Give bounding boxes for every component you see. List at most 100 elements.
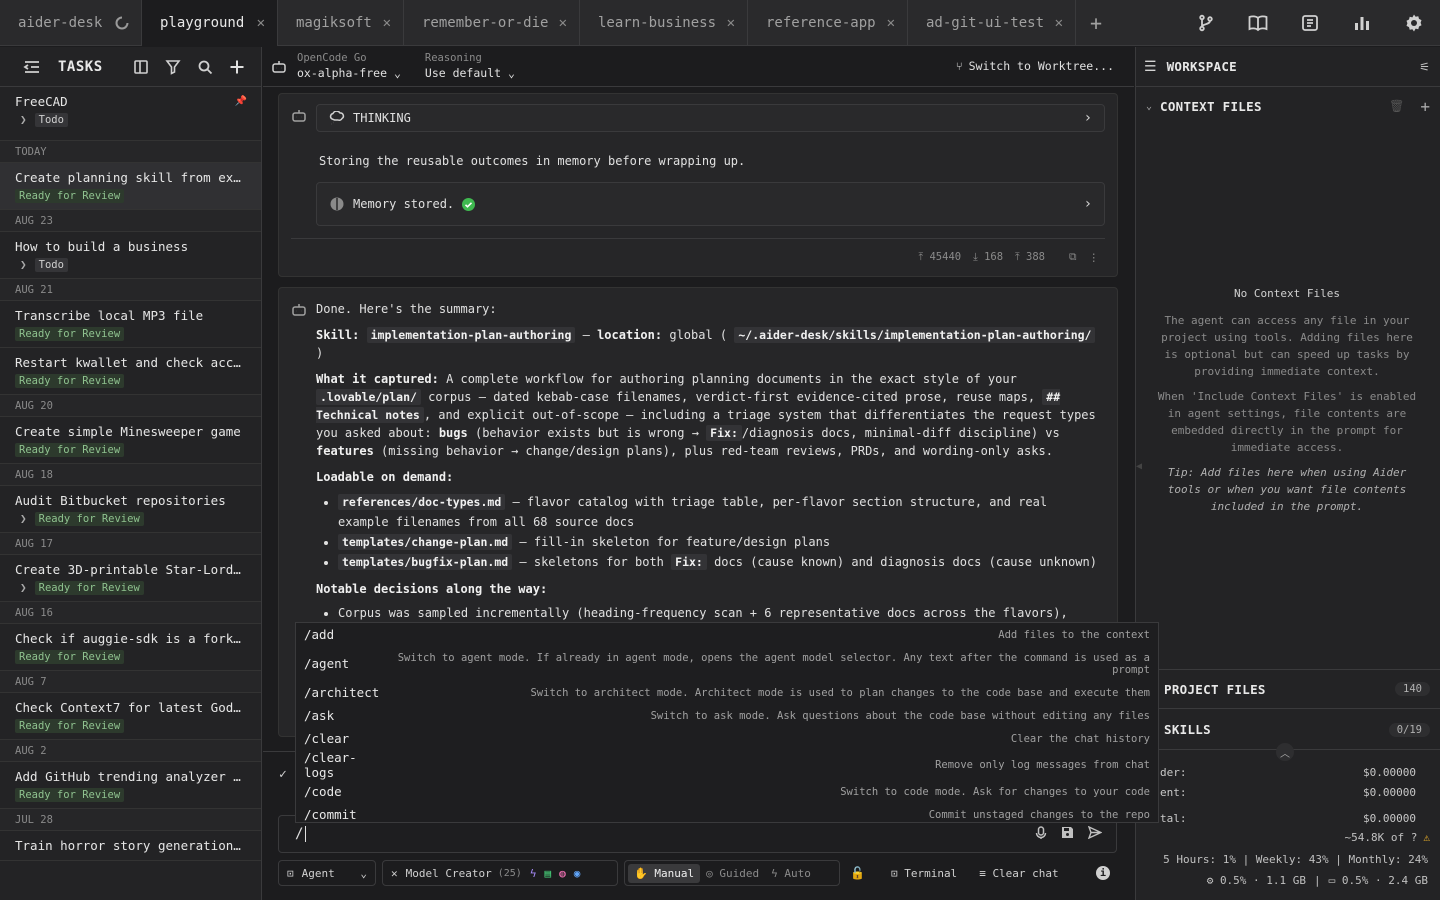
close-icon[interactable]: ✕	[559, 15, 567, 31]
copy-icon[interactable]: ⧉	[1069, 251, 1077, 264]
text: docs (cause known) and diagnosis docs (c…	[714, 555, 1097, 569]
close-icon[interactable]: ✕	[257, 15, 265, 31]
agent-profile-selector[interactable]: ✕ Model Creator (25) ϟ ▤ ◍ ◉	[382, 860, 618, 886]
command-description: Switch to architect mode. Architect mode…	[530, 686, 1150, 699]
collapse-sidebar-icon[interactable]	[16, 51, 48, 83]
task-item[interactable]: Audit Bitbucket repositories ❯ Ready for R…	[0, 486, 261, 533]
text: A complete workflow for authoring planni…	[446, 372, 1017, 386]
task-item[interactable]: Add GitHub trending analyzer ex… Ready fo…	[0, 762, 261, 809]
tab-remember-or-die[interactable]: remember-or-die ✕	[404, 0, 580, 46]
microphone-icon[interactable]	[1035, 826, 1047, 843]
tab-learn-business[interactable]: learn-business ✕	[580, 0, 748, 46]
model-selector[interactable]: OpenCode Go ox-alpha-free ⌄	[297, 52, 401, 81]
task-name: Restart kwallet and check accou…	[15, 355, 247, 370]
collapse-handle-icon[interactable]: ◀	[1136, 461, 1142, 472]
chevron-down-icon: ⌄	[393, 66, 401, 80]
command-item[interactable]: /ask Switch to ask mode. Ask questions ab…	[296, 704, 1158, 727]
close-icon[interactable]: ✕	[887, 15, 895, 31]
chevron-right-icon[interactable]: ❯	[20, 113, 27, 126]
bot-icon	[291, 108, 307, 124]
add-tab-button[interactable]: +	[1076, 0, 1116, 46]
chevron-right-icon[interactable]: ❯	[20, 258, 27, 271]
task-item[interactable]: Create planning skill from exis… Ready fo…	[0, 163, 261, 210]
pin-icon[interactable]: 📌	[235, 96, 247, 107]
clear-icon: ≡	[979, 866, 986, 880]
add-task-icon[interactable]	[221, 51, 253, 83]
chevron-down-icon[interactable]: ⌄	[1146, 101, 1152, 112]
book-icon[interactable]	[1232, 0, 1284, 46]
task-item[interactable]: Check Context7 for latest Godot… Ready fo…	[0, 693, 261, 740]
task-item[interactable]: How to build a business ❯ Todo	[0, 232, 261, 279]
sidebar-title: TASKS	[58, 58, 103, 75]
system-stats: ⚙ 0.5% · 1.1 GB | ▭ 0.5% · 2.4 GB	[1206, 874, 1428, 887]
globe-icon: ◍	[559, 866, 566, 880]
cpu-usage: 0.5% · 1.1 GB	[1219, 874, 1307, 887]
mode-auto[interactable]: ϟ Auto	[765, 864, 817, 883]
agent-mode-selector[interactable]: ⊡ Agent ⌄	[278, 860, 376, 886]
notes-icon[interactable]	[1284, 0, 1336, 46]
close-icon[interactable]: ✕	[383, 15, 391, 31]
tab-aider-desk[interactable]: aider-desk	[0, 0, 142, 46]
pinned-task[interactable]: FreeCAD 📌 ❯ Todo	[0, 87, 261, 141]
task-item[interactable]: Check if auggie-sdk is a fork o… Ready fo…	[0, 624, 261, 671]
task-item[interactable]: Train horror story generation m…	[0, 831, 261, 861]
command-item[interactable]: /commit Commit unstaged changes to the re…	[296, 803, 1158, 826]
clear-chat-button[interactable]: ≡ Clear chat	[979, 867, 1058, 880]
memory-toggle[interactable]: Memory stored. ›	[316, 182, 1105, 226]
git-branch-icon[interactable]	[1180, 0, 1232, 46]
info-icon[interactable]: i	[1096, 866, 1110, 880]
bulb-icon: ◉	[573, 866, 581, 880]
command-item[interactable]: /code Switch to code mode. Ask for change…	[296, 780, 1158, 803]
skill-label: Skill:	[316, 328, 360, 342]
filter-icon[interactable]	[157, 51, 189, 83]
close-icon[interactable]: ✕	[727, 15, 735, 31]
add-file-icon[interactable]: +	[1420, 97, 1430, 116]
tab-magiksoft[interactable]: magiksoft ✕	[278, 0, 404, 46]
task-item[interactable]: Create simple Minesweeper game Ready for …	[0, 417, 261, 464]
text: /diagnosis docs, minimal-diff discipline…	[741, 426, 1060, 440]
trash-icon[interactable]: 🗑	[1389, 99, 1404, 113]
command-item[interactable]: /clear-logs Remove only log messages from…	[296, 750, 1158, 780]
task-item[interactable]: Create 3D-printable Star-Lord m… ❯ Ready f…	[0, 555, 261, 602]
save-icon[interactable]	[1061, 826, 1074, 843]
status-badge: Ready for Review	[34, 581, 144, 595]
tab-reference-app[interactable]: reference-app ✕	[748, 0, 908, 46]
tab-playground[interactable]: playground ✕	[142, 0, 278, 46]
thinking-toggle[interactable]: THINKING ›	[316, 104, 1105, 132]
task-name: Add GitHub trending analyzer ex…	[15, 769, 247, 784]
more-icon[interactable]: ⋮	[1089, 252, 1100, 264]
command-item[interactable]: /agent Switch to agent mode. If already i…	[296, 646, 1158, 681]
tab-ad-git-ui-test[interactable]: ad-git-ui-test ✕	[908, 0, 1076, 46]
terminal-button[interactable]: ⊡ Terminal	[891, 867, 957, 880]
status-badge: Todo	[34, 113, 68, 127]
command-item[interactable]: /clear Clear the chat history	[296, 727, 1158, 750]
mode-guided[interactable]: ◎ Guided	[700, 864, 765, 883]
date-header: AUG 17	[0, 533, 261, 555]
mode-label: Auto	[784, 866, 811, 880]
mode-manual[interactable]: ✋ Manual	[628, 863, 701, 883]
search-icon[interactable]	[189, 51, 221, 83]
chevron-up-icon[interactable]: ︿	[1276, 743, 1294, 761]
project-files-section[interactable]: PROJECT FILES 140	[1136, 669, 1440, 709]
close-icon[interactable]: ✕	[1055, 15, 1063, 31]
prompt-input[interactable]: /	[295, 826, 307, 842]
command-item[interactable]: /add Add files to the context	[296, 623, 1158, 646]
cost-label: ent:	[1160, 785, 1187, 799]
settings-toggle-icon[interactable]: ⚟	[1419, 60, 1430, 74]
chevron-right-icon[interactable]: ❯	[20, 581, 27, 594]
lock-icon[interactable]: 🔓	[850, 866, 865, 880]
task-item[interactable]: Transcribe local MP3 file Ready for Revie…	[0, 301, 261, 348]
location-path: ~/.aider-desk/skills/implementation-plan…	[734, 327, 1096, 343]
task-name: FreeCAD	[15, 94, 68, 109]
gear-icon[interactable]	[1388, 0, 1440, 46]
reasoning-selector[interactable]: Reasoning Use default ⌄	[425, 52, 515, 81]
layout-icon[interactable]	[125, 51, 157, 83]
switch-worktree-button[interactable]: ⑂ Switch to Worktree...	[956, 59, 1114, 73]
task-item[interactable]: Restart kwallet and check accou… Ready fo…	[0, 348, 261, 395]
chevron-right-icon[interactable]: ❯	[20, 512, 27, 525]
tokens-total: 388	[1026, 251, 1045, 263]
bar-chart-icon[interactable]	[1336, 0, 1388, 46]
send-icon[interactable]	[1087, 825, 1103, 843]
command-item[interactable]: /architect Switch to architect mode. Arch…	[296, 681, 1158, 704]
status-badge: Ready for Review	[15, 327, 125, 341]
